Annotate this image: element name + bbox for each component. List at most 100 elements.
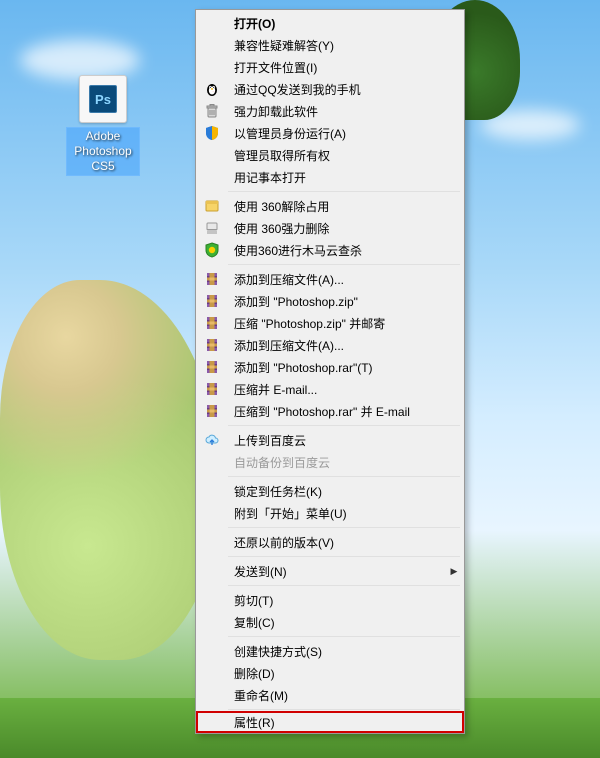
menu-item-label: 添加到 "Photoshop.zip" — [226, 293, 462, 310]
menu-item-label: 锁定到任务栏(K) — [226, 483, 462, 500]
trash-icon — [198, 100, 226, 122]
menu-item-label: 压缩到 "Photoshop.rar" 并 E-mail — [226, 403, 462, 420]
menu-item-label: 发送到(N) — [226, 563, 446, 580]
menu-item-label: 剪切(T) — [226, 592, 462, 609]
winrar-icon — [198, 400, 226, 422]
menu-item[interactable]: 添加到压缩文件(A)... — [198, 334, 462, 356]
menu-icon-blank — [198, 531, 226, 553]
winrar-icon — [198, 378, 226, 400]
menu-item-label: 重命名(M) — [226, 687, 462, 704]
menu-icon-blank — [198, 166, 226, 188]
menu-item[interactable]: 属性(R) — [196, 711, 464, 733]
menu-icon-blank — [198, 662, 226, 684]
menu-item[interactable]: 压缩并 E-mail... — [198, 378, 462, 400]
menu-item-label: 使用 360解除占用 — [226, 198, 462, 215]
menu-item[interactable]: 管理员取得所有权 — [198, 144, 462, 166]
menu-separator — [228, 191, 460, 192]
menu-item-label: 压缩 "Photoshop.zip" 并邮寄 — [226, 315, 462, 332]
menu-item-label: 打开(O) — [226, 15, 462, 32]
menu-item-label: 创建快捷方式(S) — [226, 643, 462, 660]
menu-item[interactable]: 删除(D) — [198, 662, 462, 684]
menu-icon-blank — [198, 684, 226, 706]
menu-icon-blank — [198, 34, 226, 56]
menu-item[interactable]: 压缩 "Photoshop.zip" 并邮寄 — [198, 312, 462, 334]
menu-item[interactable]: 使用 360解除占用 — [198, 195, 462, 217]
menu-item-label: 上传到百度云 — [226, 432, 462, 449]
menu-item[interactable]: 上传到百度云 — [198, 429, 462, 451]
winrar-icon — [198, 312, 226, 334]
menu-icon-blank — [198, 711, 226, 733]
menu-item[interactable]: 还原以前的版本(V) — [198, 531, 462, 553]
menu-icon-blank — [198, 611, 226, 633]
menu-item-label: 管理员取得所有权 — [226, 147, 462, 164]
menu-separator — [228, 264, 460, 265]
menu-item-label: 附到「开始」菜单(U) — [226, 505, 462, 522]
menu-separator — [228, 425, 460, 426]
menu-item-label: 打开文件位置(I) — [226, 59, 462, 76]
menu-separator — [228, 585, 460, 586]
menu-icon-blank — [198, 144, 226, 166]
menu-item[interactable]: 复制(C) — [198, 611, 462, 633]
menu-item-label: 删除(D) — [226, 665, 462, 682]
menu-item: 自动备份到百度云 — [198, 451, 462, 473]
menu-item[interactable]: 通过QQ发送到我的手机 — [198, 78, 462, 100]
menu-item-label: 使用 360强力删除 — [226, 220, 462, 237]
menu-item[interactable]: 锁定到任务栏(K) — [198, 480, 462, 502]
shield-icon — [198, 122, 226, 144]
context-menu[interactable]: 打开(O) 兼容性疑难解答(Y) 打开文件位置(I) 通过QQ发送到我的手机强力卸载此… — [195, 9, 465, 734]
menu-item-label: 用记事本打开 — [226, 169, 462, 186]
desktop-shortcut-photoshop[interactable]: Ps Adobe Photoshop CS5 — [66, 75, 140, 176]
menu-item-label: 自动备份到百度云 — [226, 454, 462, 471]
photoshop-app-icon: Ps — [79, 75, 127, 123]
menu-item-label: 通过QQ发送到我的手机 — [226, 81, 462, 98]
baidu-cloud-icon — [198, 429, 226, 451]
winrar-icon — [198, 268, 226, 290]
menu-item-label: 添加到压缩文件(A)... — [226, 337, 462, 354]
360-unlock-icon — [198, 195, 226, 217]
menu-icon-blank — [198, 502, 226, 524]
menu-separator — [228, 709, 460, 710]
menu-item-label: 复制(C) — [226, 614, 462, 631]
menu-item[interactable]: 打开(O) — [198, 12, 462, 34]
menu-item[interactable]: 用记事本打开 — [198, 166, 462, 188]
menu-icon-blank — [198, 56, 226, 78]
360-shred-icon — [198, 217, 226, 239]
menu-item[interactable]: 重命名(M) — [198, 684, 462, 706]
menu-item[interactable]: 使用 360强力删除 — [198, 217, 462, 239]
menu-icon-blank — [198, 640, 226, 662]
menu-item-label: 以管理员身份运行(A) — [226, 125, 462, 142]
menu-icon-blank — [198, 12, 226, 34]
menu-separator — [228, 476, 460, 477]
desktop-icon-label: Adobe Photoshop CS5 — [66, 127, 140, 176]
menu-item-label: 添加到压缩文件(A)... — [226, 271, 462, 288]
menu-item-label: 强力卸载此软件 — [226, 103, 462, 120]
menu-item-label: 兼容性疑难解答(Y) — [226, 37, 462, 54]
menu-item[interactable]: 创建快捷方式(S) — [198, 640, 462, 662]
menu-item[interactable]: 使用360进行木马云查杀 — [198, 239, 462, 261]
menu-item[interactable]: 兼容性疑难解答(Y) — [198, 34, 462, 56]
menu-item[interactable]: 打开文件位置(I) — [198, 56, 462, 78]
menu-item[interactable]: 发送到(N)▶ — [198, 560, 462, 582]
ps-glyph: Ps — [89, 85, 117, 113]
menu-icon-blank — [198, 480, 226, 502]
winrar-icon — [198, 290, 226, 312]
menu-item[interactable]: 添加到压缩文件(A)... — [198, 268, 462, 290]
menu-item[interactable]: 添加到 "Photoshop.rar"(T) — [198, 356, 462, 378]
menu-item[interactable]: 附到「开始」菜单(U) — [198, 502, 462, 524]
menu-item-label: 添加到 "Photoshop.rar"(T) — [226, 359, 462, 376]
menu-item-label: 属性(R) — [226, 714, 462, 731]
menu-item-label: 压缩并 E-mail... — [226, 381, 462, 398]
menu-item[interactable]: 剪切(T) — [198, 589, 462, 611]
menu-separator — [228, 527, 460, 528]
menu-item[interactable]: 以管理员身份运行(A) — [198, 122, 462, 144]
winrar-icon — [198, 356, 226, 378]
menu-item[interactable]: 压缩到 "Photoshop.rar" 并 E-mail — [198, 400, 462, 422]
menu-icon-blank — [198, 451, 226, 473]
submenu-arrow-icon: ▶ — [446, 566, 462, 577]
menu-separator — [228, 556, 460, 557]
menu-item[interactable]: 添加到 "Photoshop.zip" — [198, 290, 462, 312]
menu-item-label: 还原以前的版本(V) — [226, 534, 462, 551]
menu-item[interactable]: 强力卸载此软件 — [198, 100, 462, 122]
menu-item-label: 使用360进行木马云查杀 — [226, 242, 462, 259]
menu-icon-blank — [198, 560, 226, 582]
